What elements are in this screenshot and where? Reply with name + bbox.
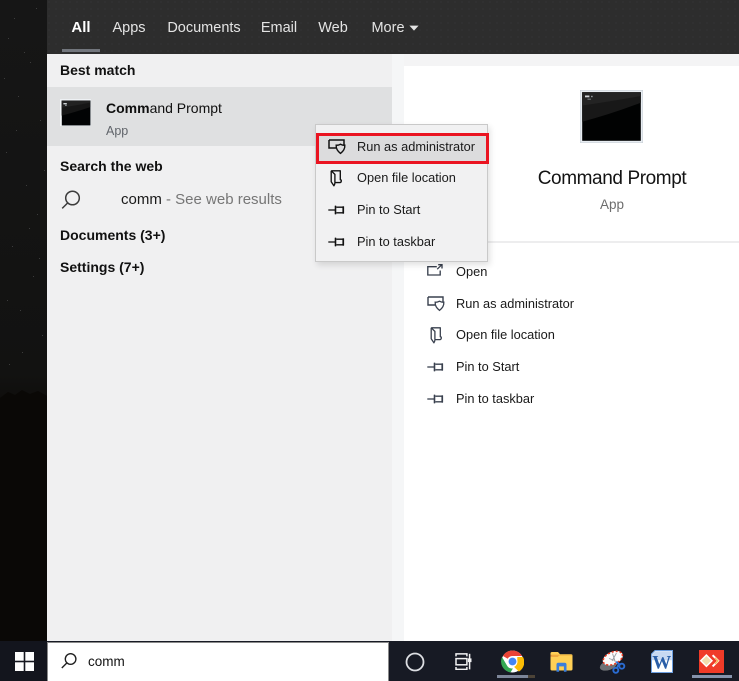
svg-text:W: W	[652, 652, 671, 673]
